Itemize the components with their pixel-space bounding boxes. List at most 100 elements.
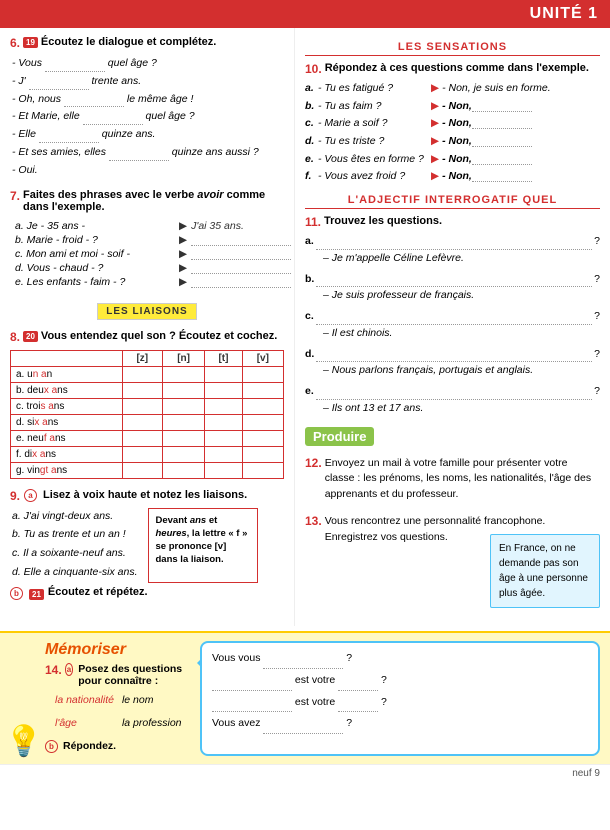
list-item: b.? – Je suis professeur de français. [305,272,600,305]
ex8-header: 8. 20 Vous entendez quel son ? Écoutez e… [10,330,284,346]
ex7-table: a. Je - 35 ans - ▶ J'ai 35 ans. b. Marie… [15,220,284,288]
ex10-content: a. - Tu es fatigué ? ▶ - Non, je suis en… [305,81,600,184]
sensations-section: LES SENSATIONS [305,41,600,56]
phonetics-table: [z] [n] [t] [v] a. un an b. deux ans c. … [10,350,284,479]
list-item: a. J'ai vingt-deux ans. [12,508,138,526]
list-item: c. - Marie a soif ? ▶ - Non, [305,116,600,131]
liaisons-section: LES LIAISONS [10,298,284,325]
produire-section: Produire 12. Envoyez un mail à votre fam… [305,427,600,608]
ex9-body: a. J'ai vingt-deux ans. b. Tu as trente … [10,508,284,583]
table-row: g. vingt ans [11,462,284,478]
list-item: d. Elle a cinquante-six ans. [12,564,138,582]
ex6-title: Écoutez le dialogue et complétez. [41,36,216,48]
ex8-number: 8. [10,330,20,344]
unit-label: UNITÉ 1 [530,5,598,22]
list-item: f. - Vous avez froid ? ▶ - Non, [305,169,600,184]
ex11-header: 11. Trouvez les questions. [305,215,600,231]
ex13-number: 13. [305,514,322,528]
list-item: b. Tu as trente et un an ! [12,526,138,544]
bubble-line-1: Vous vous ? [212,649,588,669]
list-item: la nationalité [55,691,114,710]
ex14-title: Posez des questions pour connaître : [78,663,190,687]
ex6-audio: 19 [23,37,38,48]
ex9-audio: 21 [29,589,44,600]
ex6-header: 6. 19 Écoutez le dialogue et complétez. [10,36,284,52]
list-item: e.? – Ils ont 13 et 17 ans. [305,384,600,417]
col-v: [v] [242,350,283,366]
left-column: 6. 19 Écoutez le dialogue et complétez. … [0,28,295,626]
table-row: d. six ans [11,414,284,430]
col-n: [n] [162,350,204,366]
col-t: [t] [205,350,242,366]
list-item: - Elle quinze ans. [12,126,284,143]
page-number: neuf 9 [572,768,600,779]
ex6-content: - Vous quel âge ? - J' trente ans. - Oh,… [12,55,284,179]
lightbulb-icon: 💡 [5,724,42,759]
produire-header-wrap: Produire [305,427,600,451]
sensations-label: LES SENSATIONS [305,41,600,56]
list-item: c. Il a soixante-neuf ans. [12,545,138,563]
ex6-number: 6. [10,36,20,50]
ex14-content: la nationalité l'âge le nom la professio… [45,691,190,757]
list-item: - Et ses amies, elles quinze ans aussi ? [12,144,284,161]
exercise-9: 9. a Lisez à voix haute et notez les lia… [10,489,284,602]
exercise-8: 8. 20 Vous entendez quel son ? Écoutez e… [10,330,284,479]
bubble-line-4: Vous avez ? [212,714,588,734]
ex8-audio: 20 [23,331,38,342]
memoriser-section: 💡 Mémoriser 14. a Posez des questions po… [0,631,610,765]
ex9-part-b-badge: b [10,587,23,600]
bubble-line-3: est votre ? [212,693,588,713]
table-row: a. un an [11,366,284,382]
list-item: e. - Vous êtes en forme ? ▶ - Non, [305,152,600,167]
speech-bubble: Vous vous ? est votre ? est votre ? Vous… [200,641,600,757]
table-row: c. trois ans [11,398,284,414]
ex11-title: Trouvez les questions. [324,215,442,227]
list-item: d.? – Nous parlons français, portugais e… [305,347,600,380]
exercise-12: 12. Envoyez un mail à votre famille pour… [305,456,600,511]
right-column: LES SENSATIONS 10. Répondez à ces questi… [295,28,610,626]
list-item: l'âge [55,714,114,733]
table-row: e. neuf ans [11,430,284,446]
memoriser-title: Mémoriser [45,641,190,659]
list-item: le nom [122,691,182,710]
bubble-line-2: est votre ? [212,671,588,691]
list-item: - Et Marie, elle quel âge ? [12,108,284,125]
exercise-7: 7. Faites des phrases avec le verbe avoi… [10,189,284,288]
list-item: a.? – Je m'appelle Céline Lefèvre. [305,234,600,267]
col-z: [z] [122,350,162,366]
ex7-title: Faites des phrases avec le verbe avoir c… [23,189,284,213]
ex11-content: a.? – Je m'appelle Céline Lefèvre. b.? –… [305,234,600,417]
ex13-text: Vous rencontrez une personnalité francop… [325,514,600,546]
ex10-header: 10. Répondez à ces questions comme dans … [305,62,600,78]
list-item: la profession [122,714,182,733]
footer: neuf 9 [0,764,610,782]
ex14-part-b-badge: b [45,740,58,753]
main-content: 6. 19 Écoutez le dialogue et complétez. … [0,28,610,626]
list-item: d. Vous - chaud - ? ▶ [15,262,284,274]
ex7-header: 7. Faites des phrases avec le verbe avoi… [10,189,284,217]
exercise-10: 10. Répondez à ces questions comme dans … [305,62,600,184]
table-row: f. dix ans [11,446,284,462]
ex14-part-b: b Répondez. [45,737,190,756]
ex9-part-a-title: Lisez à voix haute et notez les liaisons… [43,489,247,501]
adjectif-label: L'ADJECTIF INTERROGATIF QUEL [305,194,600,209]
list-item: a. - Tu es fatigué ? ▶ - Non, je suis en… [305,81,600,96]
list-item: - Oui. [12,162,284,179]
ex7-number: 7. [10,189,20,203]
ex11-number: 11. [305,215,321,229]
col-word [11,350,123,366]
ex9-note-box: Devant ans et heures, la lettre « f » se… [148,508,258,583]
ex9-part-a-badge: a [24,489,37,502]
ex8-title: Vous entendez quel son ? Écoutez et coch… [41,330,277,342]
page: UNITÉ 1 6. 19 Écoutez le dialogue et com… [0,0,610,830]
list-item: b. - Tu as faim ? ▶ - Non, [305,99,600,114]
unit-header: UNITÉ 1 [0,0,610,28]
memoriser-items: la nationalité l'âge le nom la professio… [55,691,190,733]
adjectif-section: L'ADJECTIF INTERROGATIF QUEL [305,194,600,209]
ex10-number: 10. [305,62,322,76]
ex10-title: Répondez à ces questions comme dans l'ex… [325,62,589,74]
ex9-part-b: b 21 Écoutez et répétez. [10,586,284,602]
list-item: a. Je - 35 ans - ▶ J'ai 35 ans. [15,220,284,232]
list-item: e. Les enfants - faim - ? ▶ [15,276,284,288]
produire-label: Produire [305,427,374,446]
